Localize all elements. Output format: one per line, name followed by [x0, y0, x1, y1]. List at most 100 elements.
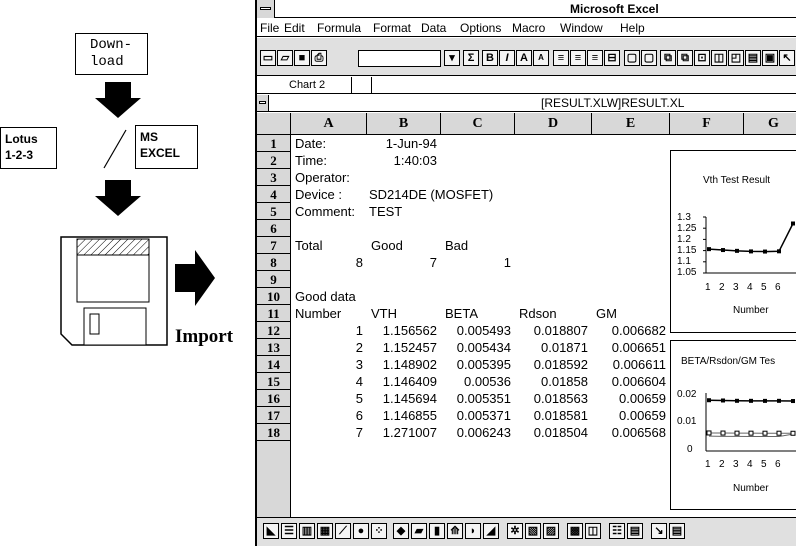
col-header-c[interactable]: C [441, 113, 515, 135]
menu-data[interactable]: Data [421, 21, 446, 35]
cell-vth[interactable]: 1.146855 [367, 407, 437, 424]
cell-gm[interactable]: 0.00659 [592, 390, 666, 407]
cell-vth[interactable]: 1.271007 [367, 424, 437, 441]
gridlines-icon[interactable]: ☷ [609, 523, 625, 539]
cell-number[interactable]: 4 [291, 373, 363, 390]
row-header[interactable]: 17 [257, 407, 291, 424]
cell-b11[interactable]: VTH [371, 305, 397, 322]
row-header[interactable]: 8 [257, 254, 291, 271]
cell-a7[interactable]: Total [295, 237, 322, 254]
cell-gm[interactable]: 0.00659 [592, 407, 666, 424]
3d-pie-icon[interactable]: ◗ [465, 523, 481, 539]
row-header[interactable]: 11 [257, 305, 291, 322]
cell-c7[interactable]: Bad [445, 237, 468, 254]
row-header[interactable]: 13 [257, 339, 291, 356]
row-header[interactable]: 18 [257, 424, 291, 441]
3d-column-icon[interactable]: ▮ [429, 523, 445, 539]
area-chart-icon[interactable]: ◣ [263, 523, 279, 539]
cell-a10[interactable]: Good data [295, 288, 356, 305]
cell-e11[interactable]: GM [596, 305, 617, 322]
cell-rdson[interactable]: 0.018563 [515, 390, 588, 407]
cell-gm[interactable]: 0.006604 [592, 373, 666, 390]
column-chart-icon[interactable]: ▥ [299, 523, 315, 539]
system-menu-icon[interactable] [257, 0, 275, 18]
scatter-chart-icon[interactable]: ⁘ [371, 523, 387, 539]
row-header[interactable]: 4 [257, 186, 291, 203]
cell-number[interactable]: 5 [291, 390, 363, 407]
cell-number[interactable]: 2 [291, 339, 363, 356]
cell-c11[interactable]: BETA [445, 305, 478, 322]
radar-chart-icon[interactable]: ✲ [507, 523, 523, 539]
arrow-tool-icon[interactable]: ↘ [651, 523, 667, 539]
cell-gm[interactable]: 0.006611 [592, 356, 666, 373]
copy-icon[interactable]: ⧉ [660, 50, 676, 66]
center-across-icon[interactable]: ⊟ [604, 50, 620, 66]
cell-rdson[interactable]: 0.01871 [515, 339, 588, 356]
cell-a4[interactable]: Device : [295, 186, 342, 203]
bottom-border-icon[interactable]: ▢ [641, 50, 657, 66]
cell-b7[interactable]: Good [371, 237, 403, 254]
col-header-b[interactable]: B [367, 113, 441, 135]
cell-rdson[interactable]: 0.018504 [515, 424, 588, 441]
menu-file[interactable]: File [260, 21, 279, 35]
row-header[interactable]: 14 [257, 356, 291, 373]
cell-b1[interactable]: 1-Jun-94 [367, 135, 437, 152]
row-header[interactable]: 1 [257, 135, 291, 152]
cell-beta[interactable]: 0.005395 [441, 356, 511, 373]
new-icon[interactable]: ▭ [260, 50, 276, 66]
cell-b5[interactable]: TEST [369, 203, 402, 220]
line-column-icon[interactable]: ▧ [525, 523, 541, 539]
save-icon[interactable]: ■ [294, 50, 310, 66]
menu-formula[interactable]: Formula [317, 21, 361, 35]
volume-chart-icon[interactable]: ▨ [543, 523, 559, 539]
cell-number[interactable]: 3 [291, 356, 363, 373]
cell-d11[interactable]: Rdson [519, 305, 557, 322]
camera-icon[interactable]: ◫ [711, 50, 727, 66]
row-header[interactable]: 9 [257, 271, 291, 288]
cell-beta[interactable]: 0.005434 [441, 339, 511, 356]
cell-c8[interactable]: 1 [441, 254, 511, 271]
cell-number[interactable]: 1 [291, 322, 363, 339]
row-header[interactable]: 16 [257, 390, 291, 407]
text-box-icon[interactable]: ▤ [745, 50, 761, 66]
legend-icon[interactable]: ▤ [627, 523, 643, 539]
font-up-icon[interactable]: A [516, 50, 532, 66]
cell-vth[interactable]: 1.156562 [367, 322, 437, 339]
cell-beta[interactable]: 0.005371 [441, 407, 511, 424]
cell-vth[interactable]: 1.152457 [367, 339, 437, 356]
menu-help[interactable]: Help [620, 21, 645, 35]
cell-a8[interactable]: 8 [291, 254, 363, 271]
row-header[interactable]: 15 [257, 373, 291, 390]
col-header-g[interactable]: G [744, 113, 796, 135]
cell-vth[interactable]: 1.146409 [367, 373, 437, 390]
row-header[interactable]: 10 [257, 288, 291, 305]
formula-cancel-area[interactable] [352, 77, 371, 93]
cell-rdson[interactable]: 0.018807 [515, 322, 588, 339]
cell-a5[interactable]: Comment: [295, 203, 355, 220]
menu-macro[interactable]: Macro [512, 21, 545, 35]
menu-window[interactable]: Window [560, 21, 603, 35]
print-icon[interactable]: ⎙ [311, 50, 327, 66]
cell-beta[interactable]: 0.006243 [441, 424, 511, 441]
cell-b8[interactable]: 7 [367, 254, 437, 271]
3d-area-icon[interactable]: ◆ [393, 523, 409, 539]
style-box[interactable] [358, 50, 441, 67]
paste-icon[interactable]: ⧉ [677, 50, 693, 66]
cell-gm[interactable]: 0.006651 [592, 339, 666, 356]
row-header[interactable]: 3 [257, 169, 291, 186]
chart-wizard-icon[interactable]: ◫ [585, 523, 601, 539]
style-dropdown-icon[interactable]: ▾ [444, 50, 460, 66]
cell-gm[interactable]: 0.006568 [592, 424, 666, 441]
text-tool-icon[interactable]: ▤ [669, 523, 685, 539]
cell-beta[interactable]: 0.00536 [441, 373, 511, 390]
cell-rdson[interactable]: 0.018592 [515, 356, 588, 373]
bold-icon[interactable]: B [482, 50, 498, 66]
col-header-f[interactable]: F [670, 113, 744, 135]
row-header[interactable]: 6 [257, 220, 291, 237]
spreadsheet-grid[interactable]: A B C D E F G 1 2 3 4 5 6 7 8 9 10 11 12… [257, 113, 796, 517]
3d-line-icon[interactable]: ⟰ [447, 523, 463, 539]
cell-beta[interactable]: 0.005351 [441, 390, 511, 407]
menu-format[interactable]: Format [373, 21, 411, 35]
beta-rdson-gm-chart[interactable]: BETA/Rsdon/GM Tes 0.02 0.01 0 1 2 3 4 5 … [670, 340, 796, 510]
cell-rdson[interactable]: 0.01858 [515, 373, 588, 390]
